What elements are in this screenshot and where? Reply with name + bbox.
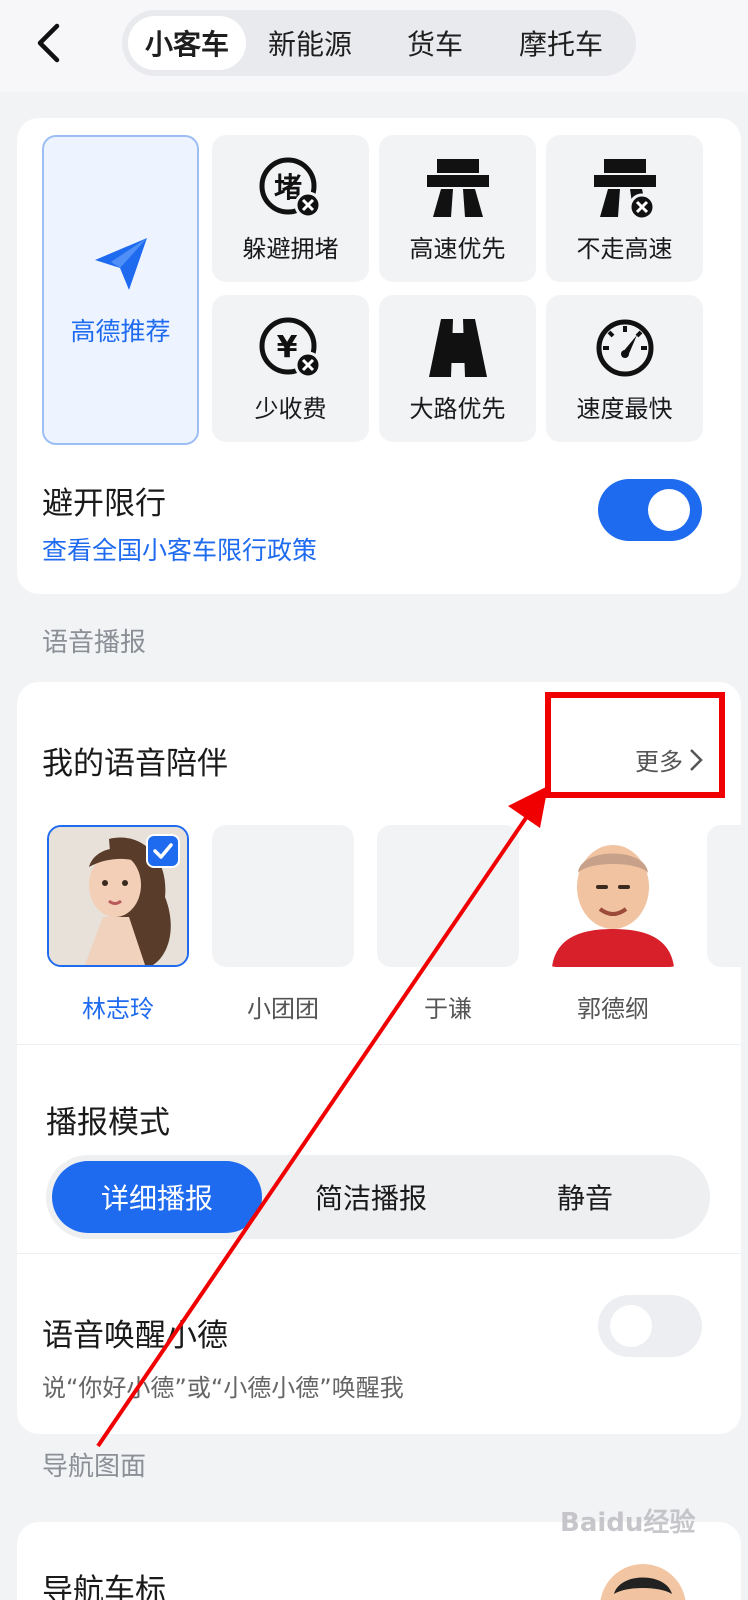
option-main-road-first[interactable]: 大路优先 <box>379 295 536 442</box>
option-label: 高速优先 <box>409 235 506 263</box>
restriction-policy-link[interactable]: 查看全国小客车限行政策 <box>42 531 317 567</box>
portrait-avatar-icon <box>552 845 674 967</box>
nav-car-icon-title: 导航车标 <box>42 1573 166 1600</box>
toggle-knob <box>648 489 690 531</box>
option-no-highway[interactable]: 不走高速 <box>546 135 703 282</box>
broadcast-mode-title: 播报模式 <box>46 1105 170 1141</box>
no-highway-icon <box>593 159 656 221</box>
option-less-toll[interactable]: ¥ 少收费 <box>212 295 369 442</box>
option-label: 少收费 <box>254 395 327 423</box>
mode-mute[interactable]: 静音 <box>480 1161 690 1233</box>
svg-text:¥: ¥ <box>276 330 297 365</box>
voice-companion-title: 我的语音陪伴 <box>42 746 228 782</box>
avatar <box>47 825 189 967</box>
voice-wake-title: 语音唤醒小德 <box>42 1318 228 1354</box>
broadcast-mode-selector: 详细播报 简洁播报 静音 <box>46 1155 710 1239</box>
avatar <box>542 825 684 967</box>
avoid-restriction-toggle[interactable] <box>598 479 702 541</box>
annotation-highlight-box <box>545 692 725 798</box>
voice-item-2[interactable]: 小团团 <box>212 825 354 1024</box>
avatar-placeholder <box>377 825 519 967</box>
option-label: 大路优先 <box>409 395 506 423</box>
recommend-label: 高德推荐 <box>70 317 171 346</box>
voice-section-label: 语音播报 <box>42 628 147 658</box>
less-toll-icon: ¥ <box>259 317 321 379</box>
nav-section-label: 导航图面 <box>42 1452 147 1482</box>
back-button[interactable] <box>28 20 68 66</box>
mode-detailed[interactable]: 详细播报 <box>52 1161 262 1233</box>
vehicle-type-tabs: 小客车 新能源 货车 摩托车 <box>122 10 636 76</box>
mode-concise[interactable]: 简洁播报 <box>266 1161 476 1233</box>
highway-icon <box>426 159 489 217</box>
voice-name: 林志玲 <box>82 995 154 1023</box>
option-label: 速度最快 <box>576 395 673 423</box>
voice-wake-description: 说“你好小德”或“小德小德”唤醒我 <box>42 1374 404 1402</box>
chevron-left-icon <box>37 23 60 63</box>
selected-check-icon <box>146 834 180 868</box>
tab-truck[interactable]: 货车 <box>374 16 496 70</box>
tab-car[interactable]: 小客车 <box>128 16 246 70</box>
voice-wake-toggle[interactable] <box>598 1295 702 1357</box>
voice-name: 郭德纲 <box>577 995 649 1023</box>
voice-item-1[interactable]: 林志玲 <box>47 825 189 1024</box>
tab-new-energy[interactable]: 新能源 <box>246 16 374 70</box>
car-icon-avatar <box>600 1564 686 1600</box>
divider <box>17 1044 741 1045</box>
option-label: 不走高速 <box>576 235 673 263</box>
option-fastest[interactable]: 速度最快 <box>546 295 703 442</box>
recommend-option[interactable]: 高德推荐 <box>42 135 199 445</box>
voice-item-4[interactable]: 郭德纲 <box>542 825 684 1024</box>
tab-motorcycle[interactable]: 摩托车 <box>496 16 626 70</box>
main-road-icon <box>428 319 487 377</box>
top-bar: 小客车 新能源 货车 摩托车 <box>0 0 748 92</box>
option-highway-first[interactable]: 高速优先 <box>379 135 536 282</box>
watermark: Baidu经验 <box>560 1508 696 1538</box>
divider <box>17 1253 741 1254</box>
voice-name: 于谦 <box>424 995 472 1023</box>
voice-name: 小团团 <box>247 995 319 1023</box>
paper-plane-icon <box>94 238 147 290</box>
toggle-knob <box>610 1305 652 1347</box>
avatar-placeholder <box>212 825 354 967</box>
avoid-congestion-icon: 堵 <box>259 157 321 219</box>
voice-item-3[interactable]: 于谦 <box>377 825 519 1024</box>
option-label: 躲避拥堵 <box>242 235 339 263</box>
avoid-restriction-title: 避开限行 <box>42 486 166 522</box>
route-preference-card: 高德推荐 堵 躲避拥堵 高速优先 不走高速 ¥ 少收费 大路优先 速度最快 避开… <box>17 118 741 594</box>
voice-item-partial[interactable] <box>707 825 741 967</box>
option-avoid-congestion[interactable]: 堵 躲避拥堵 <box>212 135 369 282</box>
speedometer-icon <box>596 319 653 377</box>
